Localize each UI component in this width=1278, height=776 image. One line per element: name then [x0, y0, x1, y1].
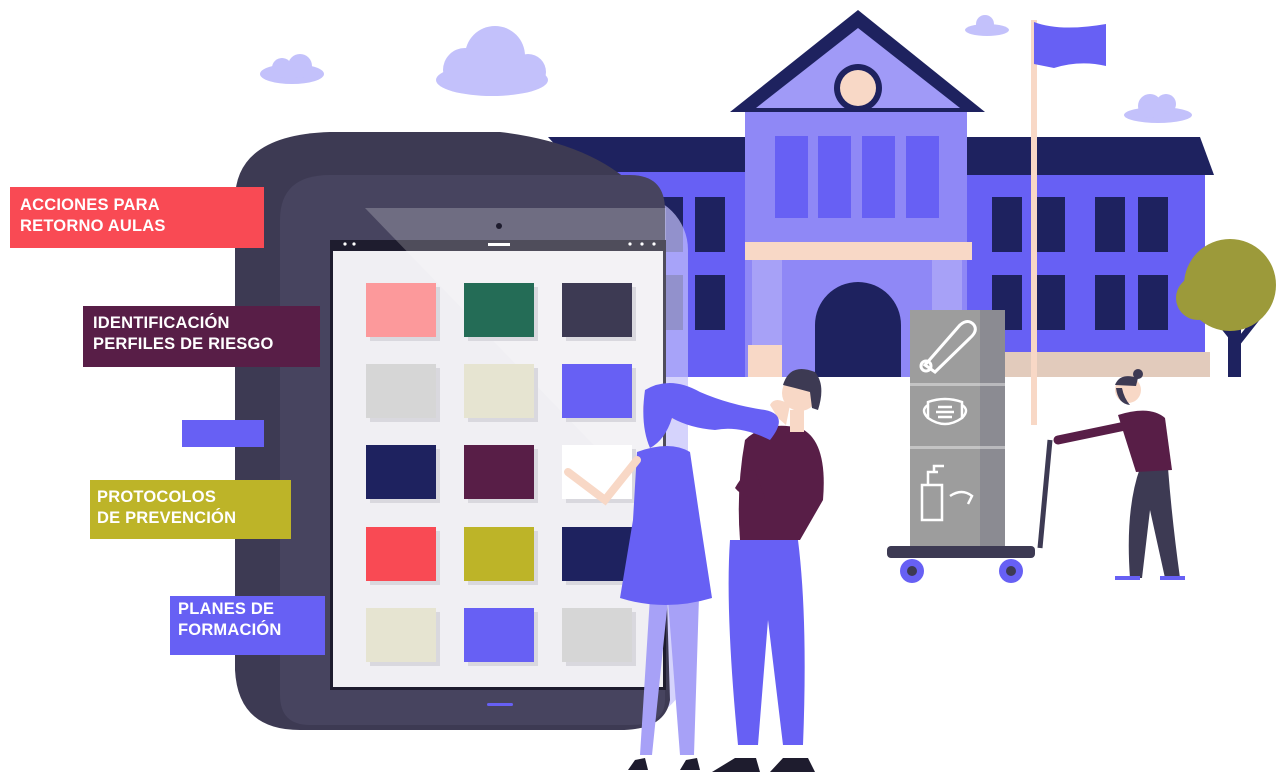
- menu-item-label: PLANES DE: [178, 600, 275, 618]
- disinfection-station: [910, 310, 1005, 550]
- tablet-tile[interactable]: [464, 364, 534, 418]
- tablet-tile[interactable]: [464, 608, 534, 662]
- menu-item-blank[interactable]: [182, 420, 264, 447]
- tablet-tile[interactable]: [464, 283, 534, 337]
- tablet-tile[interactable]: [562, 283, 632, 337]
- tablet-tile[interactable]: [562, 527, 632, 581]
- menu-item-label: ACCIONES PARA: [20, 196, 160, 214]
- menu-item-protocolos[interactable]: PROTOCOLOS DE PREVENCIÓN: [90, 480, 291, 539]
- menu-item-label: FORMACIÓN: [178, 621, 282, 639]
- menu-item-planes[interactable]: PLANES DE FORMACIÓN: [170, 596, 325, 655]
- tablet-tiles: [366, 283, 636, 666]
- tablet-tile[interactable]: [366, 445, 436, 499]
- tablet-tile[interactable]: [562, 364, 632, 418]
- tablet-tile[interactable]: [366, 527, 436, 581]
- illustration-scene: [235, 10, 1276, 772]
- menu-item-label: PERFILES DE RIESGO: [93, 335, 274, 353]
- tablet-tile[interactable]: [562, 608, 632, 662]
- menu-item-label: IDENTIFICACIÓN: [93, 314, 230, 332]
- tablet-tile[interactable]: [366, 608, 436, 662]
- tablet-tile[interactable]: [464, 527, 534, 581]
- tablet-tile[interactable]: [366, 283, 436, 337]
- tablet-tile[interactable]: [464, 445, 534, 499]
- worker-person: [1053, 369, 1185, 580]
- menu-item-identificacion[interactable]: IDENTIFICACIÓN PERFILES DE RIESGO: [83, 306, 320, 367]
- tablet-tile[interactable]: [366, 364, 436, 418]
- menu-item-label: RETORNO AULAS: [20, 217, 166, 235]
- menu-item-acciones[interactable]: ACCIONES PARA RETORNO AULAS: [10, 187, 264, 248]
- menu-item-label: DE PREVENCIÓN: [97, 509, 237, 527]
- menu-item-label: PROTOCOLOS: [97, 488, 217, 506]
